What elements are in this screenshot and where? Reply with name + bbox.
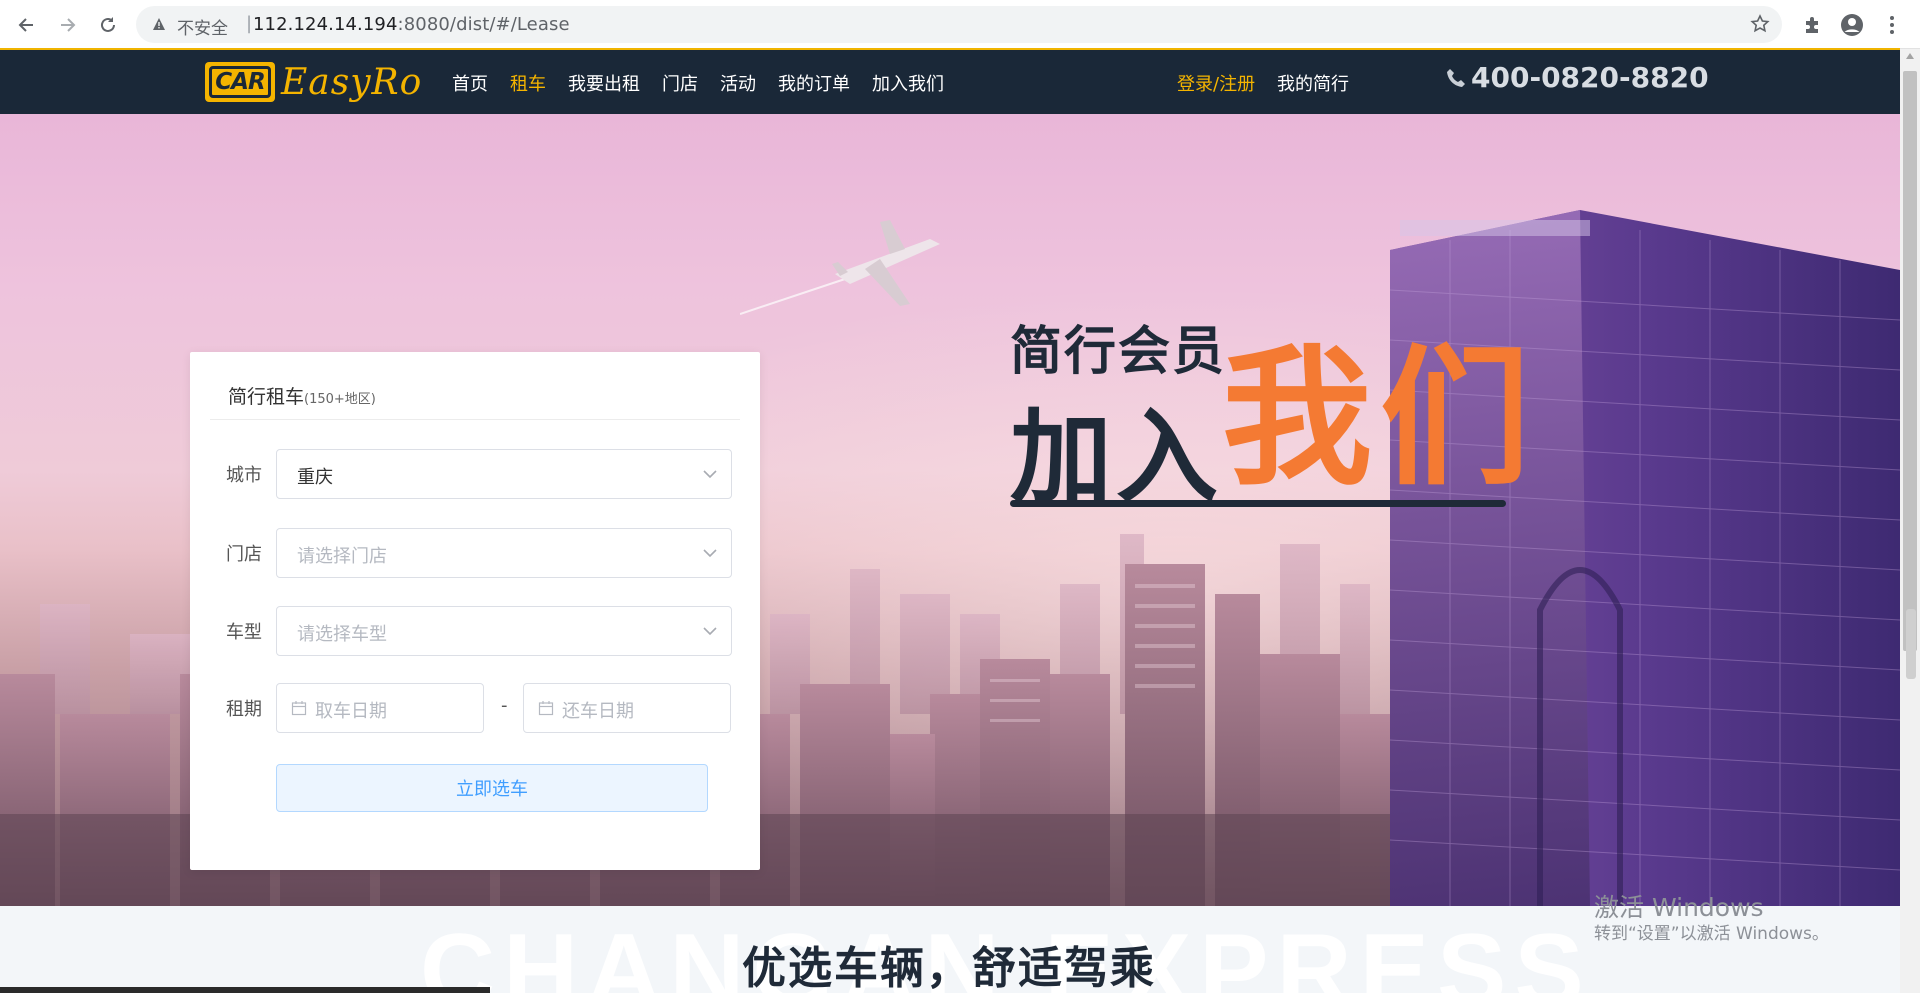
store-select[interactable]: 请选择门店: [276, 528, 732, 578]
nav-item-join[interactable]: 加入我们: [872, 70, 944, 96]
my-account-link[interactable]: 我的简行: [1277, 70, 1349, 96]
nav-item-events[interactable]: 活动: [720, 70, 756, 96]
store-select-placeholder: 请选择门店: [297, 546, 387, 567]
taskbar-edge: [0, 987, 490, 993]
select-car-button[interactable]: 立即选车: [276, 764, 708, 812]
store-label: 门店: [226, 544, 262, 565]
hero-banner: 简行会员 加入 我们 简行租车(150+地区) 城市 重庆 门店 请选择门店 车…: [0, 114, 1900, 906]
card-divider: [210, 419, 740, 420]
reload-button[interactable]: [92, 9, 124, 41]
calendar-icon: [538, 701, 554, 716]
kebab-menu-icon: [1890, 16, 1894, 34]
card-title-text: 简行租车: [228, 386, 305, 408]
chevron-down-icon: [703, 627, 717, 636]
hotline: 400-0820-8820: [1445, 61, 1709, 94]
warning-icon: [153, 18, 165, 30]
logo-text: EasyRo: [281, 61, 423, 103]
back-arrow-icon: [18, 18, 33, 32]
url-separator: |: [246, 13, 253, 34]
slogan-us: 我们: [1222, 332, 1539, 506]
card-title: 简行租车(150+地区): [228, 382, 376, 409]
pickup-date-placeholder: 取车日期: [315, 701, 387, 722]
nav-item-rent[interactable]: 租车: [510, 70, 546, 96]
browser-toolbar: 不安全 | 112.124.14.194:8080/dist/#/Lease: [0, 0, 1920, 49]
profile-button[interactable]: [1836, 9, 1868, 41]
bookmark-star-icon[interactable]: [1750, 14, 1770, 34]
windows-activation-hint: 转到“设置”以激活 Windows。: [1594, 924, 1829, 944]
nav-item-orders[interactable]: 我的订单: [778, 70, 850, 96]
model-select-placeholder: 请选择车型: [297, 624, 387, 645]
nav-item-lease-out[interactable]: 我要出租: [568, 70, 640, 96]
nav-item-home[interactable]: 首页: [452, 70, 488, 96]
scrollbar-thumb[interactable]: [1903, 71, 1917, 651]
forward-button[interactable]: [52, 9, 84, 41]
scroll-up-arrow-icon[interactable]: [1906, 53, 1914, 59]
chevron-down-icon: [703, 549, 717, 558]
return-date-input[interactable]: 还车日期: [523, 683, 731, 733]
chevron-down-icon: [703, 470, 717, 479]
rental-search-card: 简行租车(150+地区) 城市 重庆 门店 请选择门店 车型 请选择车型 租期 …: [190, 352, 760, 870]
city-label: 城市: [226, 465, 262, 486]
phone-number: 400-0820-8820: [1471, 61, 1709, 94]
return-date-placeholder: 还车日期: [562, 701, 634, 722]
section-title: 优选车辆，舒适驾乘: [742, 943, 1156, 993]
model-select[interactable]: 请选择车型: [276, 606, 732, 656]
logo-badge-text: CAR: [209, 66, 271, 98]
reload-icon: [101, 17, 115, 32]
nav-item-stores[interactable]: 门店: [662, 70, 698, 96]
site-logo[interactable]: CAR EasyRo: [205, 61, 423, 103]
login-register-link[interactable]: 登录/注册: [1177, 70, 1255, 96]
period-label: 租期: [226, 699, 262, 720]
back-button[interactable]: [10, 9, 42, 41]
city-select[interactable]: 重庆: [276, 449, 732, 499]
page-scrollbar[interactable]: [1900, 49, 1920, 993]
url-path: :8080/dist/#/Lease: [397, 14, 570, 35]
date-range-separator: -: [501, 695, 508, 716]
account-circle-icon: [1841, 14, 1863, 36]
calendar-icon: [291, 701, 307, 716]
airplane-illustration: [740, 220, 940, 315]
site-header: CAR EasyRo 首页 租车 我要出租 门店 活动 我的订单 加入我们 登录…: [0, 50, 1900, 114]
phone-icon: [1447, 68, 1465, 87]
forward-arrow-icon: [61, 18, 76, 32]
slogan-underline: [1010, 500, 1506, 507]
url-host: 112.124.14.194: [253, 14, 398, 35]
extensions-button[interactable]: [1797, 9, 1829, 41]
side-widget-handle[interactable]: [1906, 609, 1916, 679]
card-subtitle: (150+地区): [304, 392, 376, 407]
security-label: 不安全: [177, 19, 228, 39]
model-label: 车型: [226, 622, 262, 643]
slogan-member: 简行会员: [1010, 322, 1227, 382]
logo-badge: CAR: [205, 62, 275, 102]
address-bar[interactable]: 不安全 | 112.124.14.194:8080/dist/#/Lease: [136, 6, 1782, 43]
puzzle-icon: [1806, 17, 1818, 33]
pickup-date-input[interactable]: 取车日期: [276, 683, 484, 733]
url-text: 112.124.14.194:8080/dist/#/Lease: [253, 14, 570, 35]
browser-menu-button[interactable]: [1876, 9, 1908, 41]
city-select-value: 重庆: [297, 467, 333, 488]
main-nav: 首页 租车 我要出租 门店 活动 我的订单 加入我们: [452, 70, 966, 96]
